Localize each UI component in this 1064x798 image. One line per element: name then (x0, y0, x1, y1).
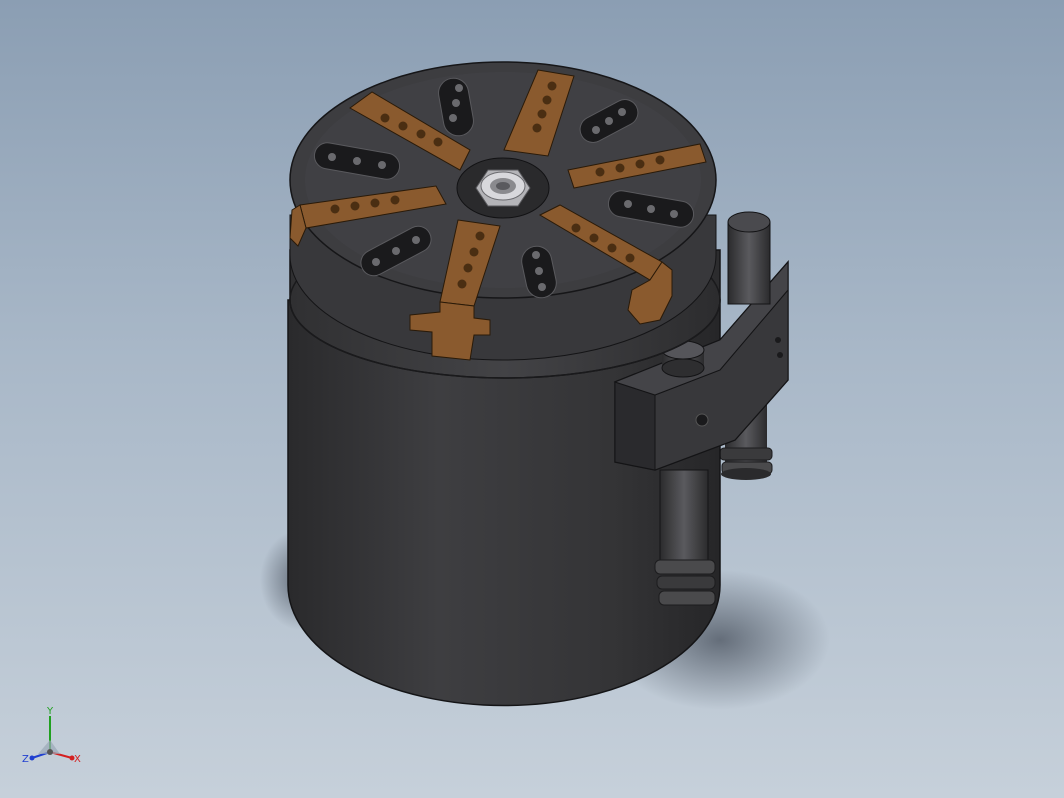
front-guide-pin[interactable] (654, 469, 716, 606)
center-nut[interactable] (456, 157, 550, 219)
chuck-model[interactable] (0, 0, 1064, 798)
triad-y-label: Y (46, 706, 54, 717)
triad-x-label: X (74, 754, 81, 765)
upper-post[interactable] (727, 211, 771, 305)
graphics-viewport[interactable]: Y X Z (0, 0, 1064, 798)
view-orientation-triad[interactable]: Y X Z (18, 702, 88, 772)
triad-z-label: Z (22, 754, 29, 765)
